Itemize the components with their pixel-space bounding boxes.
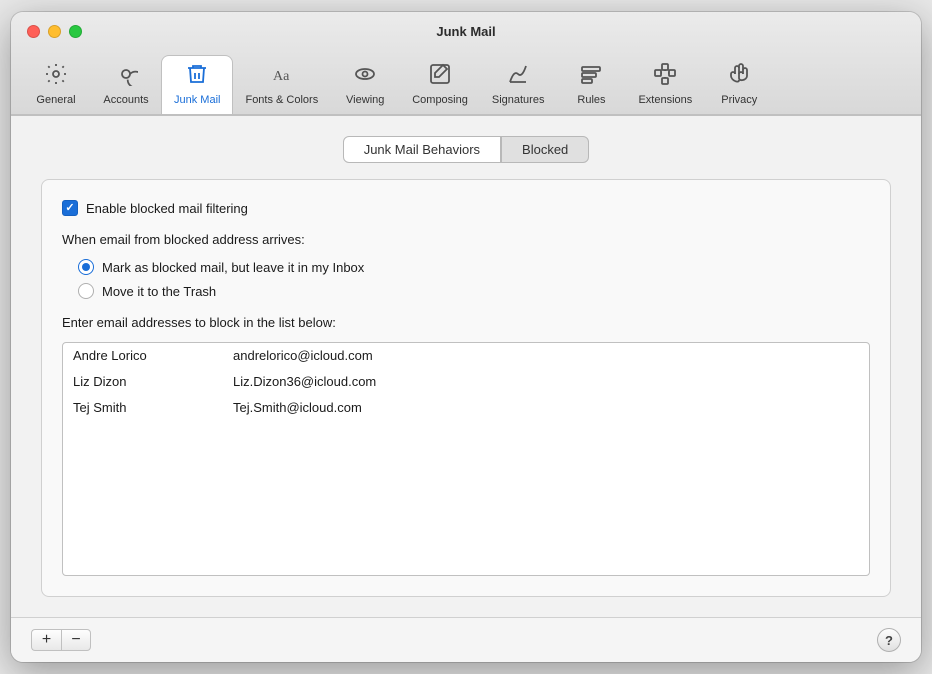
radio-move-trash[interactable]	[78, 283, 94, 299]
blocked-email-1: Liz.Dizon36@icloud.com	[233, 374, 859, 389]
toolbar-item-fonts-colors[interactable]: Aa Fonts & Colors	[233, 56, 330, 114]
toolbar-label-composing: Composing	[412, 94, 468, 106]
toolbar-label-junk-mail: Junk Mail	[174, 94, 220, 106]
gear-icon	[44, 62, 68, 90]
compose-icon	[428, 62, 452, 90]
list-item[interactable]: Tej Smith Tej.Smith@icloud.com	[63, 395, 869, 421]
radio-mark-blocked[interactable]	[78, 259, 94, 275]
toolbar-label-general: General	[36, 94, 75, 106]
radio-label-mark: Mark as blocked mail, but leave it in my…	[102, 260, 364, 275]
rules-icon	[579, 62, 603, 90]
window-title: Junk Mail	[27, 24, 905, 39]
minimize-button[interactable]	[48, 25, 61, 38]
radio-group: Mark as blocked mail, but leave it in my…	[78, 259, 870, 299]
enable-filtering-checkbox[interactable]: ✓	[62, 200, 78, 216]
toolbar-item-signatures[interactable]: Signatures	[480, 56, 557, 114]
extensions-icon	[653, 62, 677, 90]
radio-row-mark: Mark as blocked mail, but leave it in my…	[78, 259, 870, 275]
hand-icon	[727, 62, 751, 90]
remove-button[interactable]: −	[61, 629, 91, 651]
toolbar-item-composing[interactable]: Composing	[400, 56, 480, 114]
radio-label-trash: Move it to the Trash	[102, 284, 216, 299]
blocked-name-0: Andre Lorico	[73, 348, 233, 363]
toolbar-item-junk-mail[interactable]: Junk Mail	[161, 55, 233, 115]
list-section-header: Enter email addresses to block in the li…	[62, 315, 870, 330]
tab-junk-mail-behaviors[interactable]: Junk Mail Behaviors	[343, 136, 501, 163]
when-arrives-text: When email from blocked address arrives:	[62, 232, 870, 247]
window-controls	[27, 25, 82, 38]
enable-filtering-row: ✓ Enable blocked mail filtering	[62, 200, 870, 216]
blocked-name-2: Tej Smith	[73, 400, 233, 415]
tab-blocked[interactable]: Blocked	[501, 136, 589, 163]
toolbar-label-accounts: Accounts	[103, 94, 148, 106]
close-button[interactable]	[27, 25, 40, 38]
add-button[interactable]: +	[31, 629, 61, 651]
radio-row-trash: Move it to the Trash	[78, 283, 870, 299]
list-item[interactable]: Liz Dizon Liz.Dizon36@icloud.com	[63, 369, 869, 395]
toolbar-label-fonts-colors: Fonts & Colors	[245, 94, 318, 106]
toolbar-item-rules[interactable]: Rules	[556, 56, 626, 114]
toolbar-label-viewing: Viewing	[346, 94, 384, 106]
list-item[interactable]: Andre Lorico andrelorico@icloud.com	[63, 343, 869, 369]
toolbar-item-extensions[interactable]: Extensions	[626, 56, 704, 114]
toolbar-item-general[interactable]: General	[21, 56, 91, 114]
toolbar-label-privacy: Privacy	[721, 94, 757, 106]
font-icon: Aa	[270, 62, 294, 90]
maximize-button[interactable]	[69, 25, 82, 38]
bottom-bar: + − ?	[11, 617, 921, 662]
toolbar-label-signatures: Signatures	[492, 94, 545, 106]
eye-icon	[353, 62, 377, 90]
signatures-icon	[506, 62, 530, 90]
toolbar-label-extensions: Extensions	[638, 94, 692, 106]
at-icon	[114, 62, 138, 90]
svg-text:Aa: Aa	[273, 69, 290, 84]
junk-mail-icon	[185, 62, 209, 90]
toolbar-label-rules: Rules	[577, 94, 605, 106]
content-area: Junk Mail Behaviors Blocked ✓ Enable blo…	[11, 116, 921, 617]
main-window: Junk Mail General	[11, 12, 921, 662]
sub-tab-bar: Junk Mail Behaviors Blocked	[41, 136, 891, 163]
title-bar: Junk Mail General	[11, 12, 921, 116]
blocked-addresses-list[interactable]: Andre Lorico andrelorico@icloud.com Liz …	[62, 342, 870, 576]
settings-panel: ✓ Enable blocked mail filtering When ema…	[41, 179, 891, 597]
help-button[interactable]: ?	[877, 628, 901, 652]
blocked-name-1: Liz Dizon	[73, 374, 233, 389]
enable-filtering-label: Enable blocked mail filtering	[86, 201, 248, 216]
add-remove-buttons: + −	[31, 629, 91, 651]
toolbar-item-accounts[interactable]: Accounts	[91, 56, 161, 114]
toolbar-item-privacy[interactable]: Privacy	[704, 56, 774, 114]
blocked-email-2: Tej.Smith@icloud.com	[233, 400, 859, 415]
blocked-email-0: andrelorico@icloud.com	[233, 348, 859, 363]
toolbar-item-viewing[interactable]: Viewing	[330, 56, 400, 114]
toolbar: General Accounts	[11, 49, 921, 114]
checkmark-icon: ✓	[65, 203, 74, 214]
